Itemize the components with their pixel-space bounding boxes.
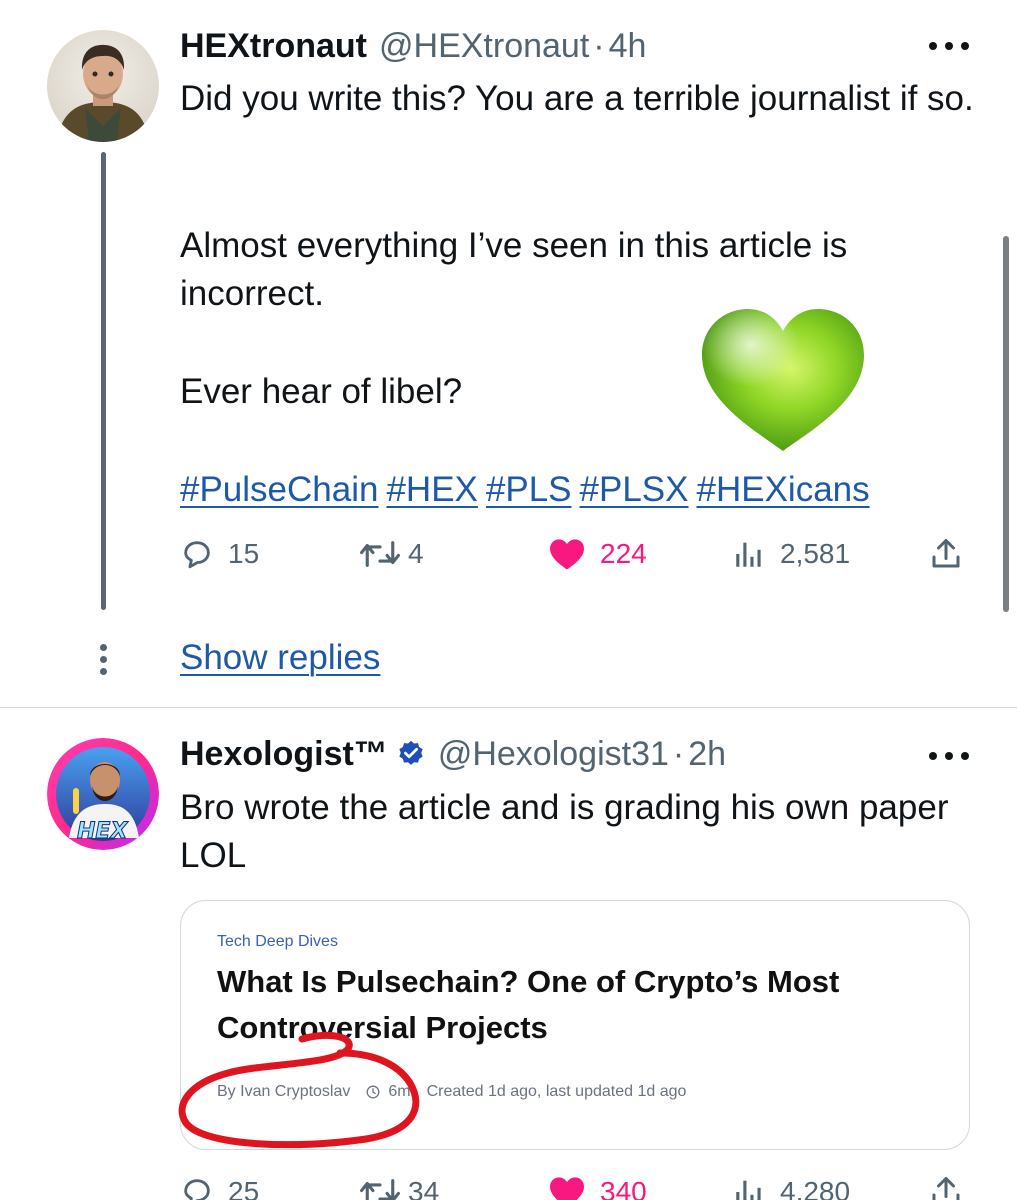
retweet-count: 34 [408, 1176, 440, 1200]
hashtag-plsx[interactable]: #PLSX [580, 470, 689, 509]
views-count: 2,581 [780, 538, 851, 569]
hashtag-hexicans[interactable]: #HEXicans [697, 470, 870, 509]
more-options-icon[interactable] [929, 746, 969, 766]
reply-count: 15 [228, 538, 260, 569]
retweet-count: 4 [408, 538, 424, 569]
tweet-text-paragraph-1: Did you write this? You are a terrible j… [180, 79, 974, 118]
share-button[interactable] [928, 1172, 964, 1200]
retweet-icon [360, 541, 400, 567]
card-author: By Ivan Cryptoslav [217, 1083, 351, 1100]
card-title: What Is Pulsechain? One of Crypto’s Most… [217, 964, 840, 1045]
clock-icon [366, 1085, 380, 1099]
retweet-button[interactable]: 34 [358, 1172, 439, 1200]
thread-connector-line [101, 152, 106, 610]
share-icon [932, 539, 960, 568]
tweet-timestamp[interactable]: 4h [609, 24, 647, 68]
retweet-button[interactable]: 4 [358, 534, 424, 574]
card-created: Created 1d ago, last updated 1d ago [426, 1083, 687, 1100]
reply-button[interactable]: 25 [180, 1172, 259, 1200]
heart-filled-icon [550, 1177, 584, 1200]
hashtag-pulsechain[interactable]: #PulseChain [180, 470, 378, 509]
more-options-icon[interactable] [929, 36, 969, 56]
tweet-timestamp[interactable]: 2h [688, 732, 726, 776]
show-replies-link[interactable]: Show replies [180, 634, 380, 682]
heart-filled-icon [550, 539, 584, 570]
card-category: Tech Deep Dives [217, 933, 338, 950]
share-button[interactable] [928, 534, 964, 574]
hashtag-pls[interactable]: #PLS [486, 470, 572, 509]
verified-badge-icon [399, 740, 423, 765]
tweet-header: HEXtronaut @HEXtronaut · 4h [180, 24, 646, 68]
like-button[interactable]: 340 [548, 1172, 647, 1200]
author-handle[interactable]: @HEXtronaut [379, 24, 589, 68]
author-handle[interactable]: @Hexologist31 [438, 732, 669, 776]
green-heart-icon [696, 305, 870, 455]
reply-icon [184, 541, 210, 569]
link-preview-card[interactable]: Tech Deep Dives What Is Pulsechain? One … [180, 900, 970, 1150]
svg-text:HEX: HEX [77, 819, 128, 844]
reply-count: 25 [228, 1176, 260, 1200]
author-name[interactable]: Hexologist™ [180, 732, 388, 776]
views-count: 4,280 [780, 1176, 851, 1200]
views-button[interactable]: 2,581 [732, 534, 850, 574]
header-separator: · [672, 735, 685, 773]
author-name[interactable]: HEXtronaut [180, 24, 367, 68]
avatar-hexologist[interactable]: HEX [47, 738, 159, 850]
card-read-time: 6m [388, 1083, 411, 1100]
hashtag-hex[interactable]: #HEX [386, 470, 477, 509]
like-button[interactable]: 224 [548, 534, 647, 574]
like-count: 340 [600, 1176, 647, 1200]
retweet-icon [360, 1179, 400, 1200]
tweet-header: Hexologist™ @Hexologist31 · 2h [180, 732, 726, 776]
tweet-divider [0, 707, 1017, 708]
tweet-text-paragraph-3: Ever hear of libel? [180, 372, 463, 411]
tweet-text-paragraph-2: Almost everything I’ve seen in this arti… [180, 226, 848, 313]
tweet-text-paragraph-1: Bro wrote the article and is grading his… [180, 788, 949, 875]
reply-icon [184, 1179, 210, 1200]
scrollbar-thumb[interactable] [1003, 236, 1009, 612]
card-meta: By Ivan Cryptoslav 6m Created 1d ago, la… [217, 1083, 686, 1101]
avatar-hextronaut[interactable] [47, 30, 159, 142]
thread-dots-icon [97, 644, 109, 680]
views-button[interactable]: 4,280 [732, 1172, 850, 1200]
header-separator: · [593, 27, 605, 65]
hashtag-row: #PulseChain #HEX #PLS #PLSX #HEXicans [180, 466, 878, 514]
reply-button[interactable]: 15 [180, 534, 259, 574]
share-icon [932, 1177, 960, 1200]
views-chart-icon [736, 1180, 761, 1200]
views-chart-icon [736, 542, 761, 567]
like-count: 224 [600, 538, 647, 569]
